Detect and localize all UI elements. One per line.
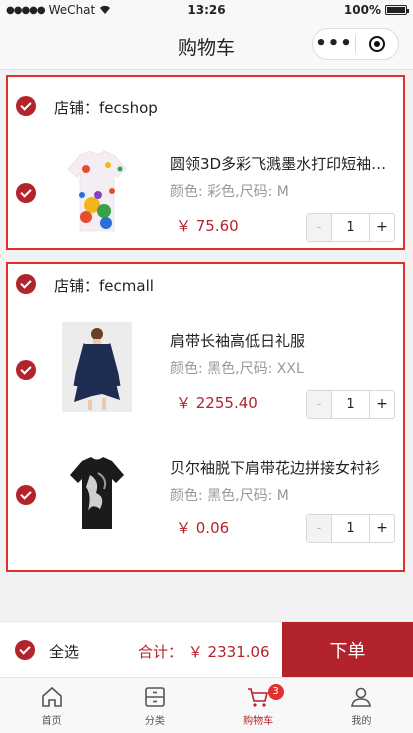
decrease-button[interactable]: - — [307, 214, 332, 241]
product-image[interactable] — [62, 147, 132, 237]
increase-button[interactable]: + — [369, 515, 394, 542]
nav-bar: 购物车 ••• — [0, 20, 413, 70]
product-price: ￥ 2255.40 — [176, 394, 258, 412]
quantity-stepper: - 1 + — [306, 514, 395, 543]
product-title[interactable]: 贝尔袖脱下肩带花边拼接女衬衫 — [170, 457, 398, 478]
shop-card: 店铺：fecshop 圆领3D多彩飞溅墨水打印短袖男... 颜色: 彩色,尺码:… — [6, 75, 405, 250]
battery-group: 100% — [343, 3, 409, 17]
product-price: ￥ 0.06 — [176, 519, 230, 537]
cart-item: 贝尔袖脱下肩带花边拼接女衬衫 颜色: 黑色,尺码: M ￥ 0.06 - 1 + — [8, 447, 403, 567]
cart-summary-bar: 全选 合计： ￥ 2331.06 下单 — [0, 621, 413, 678]
mini-program-capsule: ••• — [312, 28, 399, 60]
increase-button[interactable]: + — [369, 214, 394, 241]
tab-label: 购物车 — [243, 716, 274, 727]
shop-name: 店铺：fecmall — [54, 277, 154, 295]
product-title[interactable]: 肩带长袖高低日礼服 — [170, 330, 398, 351]
quantity-stepper: - 1 + — [306, 390, 395, 419]
category-icon — [145, 687, 165, 707]
tab-cart[interactable]: 3 购物车 — [207, 678, 310, 733]
more-dots-icon[interactable]: ••• — [313, 29, 355, 59]
select-all-label[interactable]: 全选 — [49, 641, 79, 662]
decrease-button[interactable]: - — [307, 515, 332, 542]
product-attributes: 颜色: 黑色,尺码: XXL — [170, 361, 304, 377]
tab-bar: 首页 分类 3 购物车 我的 — [0, 677, 413, 733]
tab-category[interactable]: 分类 — [103, 678, 206, 733]
product-image[interactable] — [62, 322, 132, 412]
item-check-icon[interactable] — [16, 183, 36, 203]
tab-label: 我的 — [351, 716, 372, 727]
place-order-button[interactable]: 下单 — [282, 622, 413, 678]
cart-item: 肩带长袖高低日礼服 颜色: 黑色,尺码: XXL ￥ 2255.40 - 1 + — [8, 316, 403, 436]
increase-button[interactable]: + — [369, 391, 394, 418]
home-icon — [41, 686, 62, 707]
tab-home[interactable]: 首页 — [0, 678, 103, 733]
tab-mine[interactable]: 我的 — [310, 678, 413, 733]
record-circle-icon[interactable] — [356, 36, 398, 52]
shop-card: 店铺：fecmall 肩带长袖高低日礼服 颜色: 黑色,尺码: XXL ￥ 22… — [6, 262, 405, 572]
quantity-value[interactable]: 1 — [332, 214, 369, 241]
shop-check-icon[interactable] — [16, 274, 36, 294]
quantity-value[interactable]: 1 — [332, 515, 369, 542]
total-price: 合计： ￥ 2331.06 — [138, 643, 270, 661]
item-check-icon[interactable] — [16, 485, 36, 505]
cart-icon — [248, 688, 269, 707]
product-attributes: 颜色: 彩色,尺码: M — [170, 184, 289, 200]
tab-label: 分类 — [144, 716, 165, 727]
product-price: ￥ 75.60 — [176, 217, 239, 235]
battery-level: 100% — [343, 3, 381, 17]
cart-count-badge: 3 — [267, 684, 284, 700]
item-check-icon[interactable] — [16, 360, 36, 380]
product-title[interactable]: 圆领3D多彩飞溅墨水打印短袖男... — [170, 153, 398, 174]
decrease-button[interactable]: - — [307, 391, 332, 418]
product-image[interactable] — [62, 451, 132, 541]
status-bar: ●●●●● WeChat 13:26 100% — [0, 0, 413, 20]
shop-check-icon[interactable] — [16, 96, 36, 116]
select-all-check-icon[interactable] — [15, 640, 35, 660]
user-icon — [351, 687, 372, 707]
cart-item: 圆领3D多彩飞溅墨水打印短袖男... 颜色: 彩色,尺码: M ￥ 75.60 … — [8, 139, 403, 249]
tab-label: 首页 — [41, 716, 62, 727]
shop-name: 店铺：fecshop — [54, 99, 158, 117]
quantity-value[interactable]: 1 — [332, 391, 369, 418]
product-attributes: 颜色: 黑色,尺码: M — [170, 488, 289, 504]
battery-icon — [385, 5, 409, 15]
quantity-stepper: - 1 + — [306, 213, 395, 242]
